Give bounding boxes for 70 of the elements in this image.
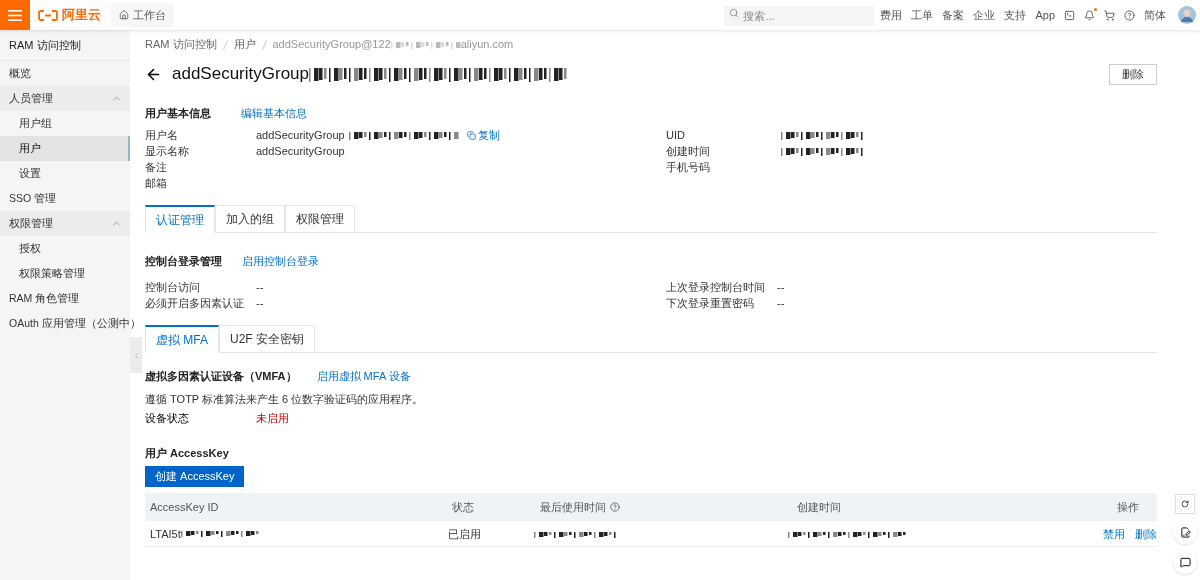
- delete-button[interactable]: 删除: [1109, 63, 1157, 85]
- breadcrumb-link[interactable]: RAM 访问控制: [145, 36, 217, 53]
- brand-name: 阿里云: [62, 6, 101, 25]
- nav-link[interactable]: 备案: [942, 6, 965, 24]
- mfa-description: 遵循 TOTP 标准算法来产生 6 位数字验证码的应用程序。: [145, 392, 425, 407]
- column-header: 状态: [452, 500, 474, 515]
- sidebar-item[interactable]: 授权: [0, 236, 130, 261]
- tab[interactable]: 权限管理: [285, 205, 355, 233]
- field-label: 设备状态: [145, 411, 190, 427]
- field-value: --: [777, 279, 785, 295]
- sidebar-item[interactable]: 权限策略管理: [0, 261, 130, 286]
- field-label: 控制台访问: [145, 279, 201, 295]
- nav-link[interactable]: 费用: [880, 6, 903, 24]
- sidebar-item[interactable]: 人员管理: [0, 86, 130, 111]
- nav-link[interactable]: App: [1035, 6, 1055, 24]
- sidebar-item[interactable]: 设置: [0, 161, 130, 186]
- sidebar-item[interactable]: 权限管理: [0, 211, 130, 236]
- field-label: 下次登录重置密码: [666, 295, 755, 311]
- field-label: 上次登录控制台时间: [666, 279, 766, 295]
- section-heading: 用户 AccessKey: [145, 445, 230, 461]
- status-text: 未启用: [256, 411, 289, 427]
- field-label: 备注: [145, 159, 168, 175]
- sidebar-item[interactable]: 用户: [0, 136, 130, 161]
- sidebar-item[interactable]: RAM 角色管理: [0, 286, 130, 311]
- copy-link[interactable]: 复制: [466, 126, 500, 144]
- action-link[interactable]: 删除: [1135, 525, 1157, 542]
- section-heading: 虚拟多因素认证设备（VMFA）: [145, 368, 297, 384]
- field-value: --: [256, 279, 264, 295]
- field-label: 显示名称: [145, 143, 190, 159]
- workbench-button[interactable]: 工作台: [111, 3, 174, 27]
- breadcrumb-link[interactable]: 用户: [233, 36, 256, 53]
- sidebar-item[interactable]: 用户组: [0, 111, 130, 136]
- field-label: UID: [666, 127, 686, 143]
- tab[interactable]: 虚拟 MFA: [145, 325, 219, 353]
- column-header: 操作: [1117, 500, 1139, 515]
- field-label: 创建时间: [666, 143, 711, 159]
- enable-mfa-link[interactable]: 启用虚拟 MFA 设备: [316, 367, 411, 385]
- sidebar-item[interactable]: SSO 管理: [0, 186, 130, 211]
- column-header: 创建时间: [797, 500, 841, 515]
- breadcrumb-text: addSecurityGroup@122: [272, 37, 391, 53]
- sidebar-item[interactable]: 概览: [0, 61, 130, 86]
- sidebar-title: RAM 访问控制: [0, 31, 130, 61]
- search-field[interactable]: 搜索...: [724, 6, 875, 26]
- field-label: 必须开启多因素认证: [145, 295, 245, 311]
- field-value: --: [777, 295, 785, 311]
- table-cell: 已启用: [447, 527, 481, 540]
- field-value: addSecurityGroup: [256, 143, 345, 159]
- field-value: --: [256, 295, 264, 311]
- tab[interactable]: U2F 安全密钥: [219, 325, 316, 353]
- field-value: addSecurityGroup: [256, 127, 345, 143]
- nav-link[interactable]: 企业: [973, 6, 996, 24]
- column-header: 最后使用时间: [540, 500, 606, 515]
- column-header: AccessKey ID: [150, 500, 219, 515]
- tab[interactable]: 认证管理: [145, 205, 215, 233]
- breadcrumb-text: aliyun.com: [460, 37, 514, 53]
- tab[interactable]: 加入的组: [215, 205, 285, 233]
- nav-link[interactable]: 工单: [911, 6, 934, 24]
- create-accesskey-button[interactable]: 创建 AccessKey: [145, 466, 245, 487]
- section-heading: 控制台登录管理: [145, 253, 222, 269]
- edit-info-link[interactable]: 编辑基本信息: [241, 104, 307, 122]
- section-heading: 用户基本信息: [145, 105, 211, 121]
- console-login-link[interactable]: 启用控制台登录: [242, 252, 319, 270]
- action-link[interactable]: 禁用: [1103, 525, 1125, 542]
- field-label: 邮箱: [145, 175, 168, 191]
- nav-link[interactable]: 支持: [1004, 6, 1027, 24]
- language-link[interactable]: 简体: [1144, 6, 1166, 24]
- field-label: 手机号码: [666, 159, 711, 175]
- field-label: 用户名: [145, 127, 179, 143]
- table-cell-text: LTAI5t: [150, 526, 181, 542]
- page-title: addSecurityGroup: [172, 63, 310, 86]
